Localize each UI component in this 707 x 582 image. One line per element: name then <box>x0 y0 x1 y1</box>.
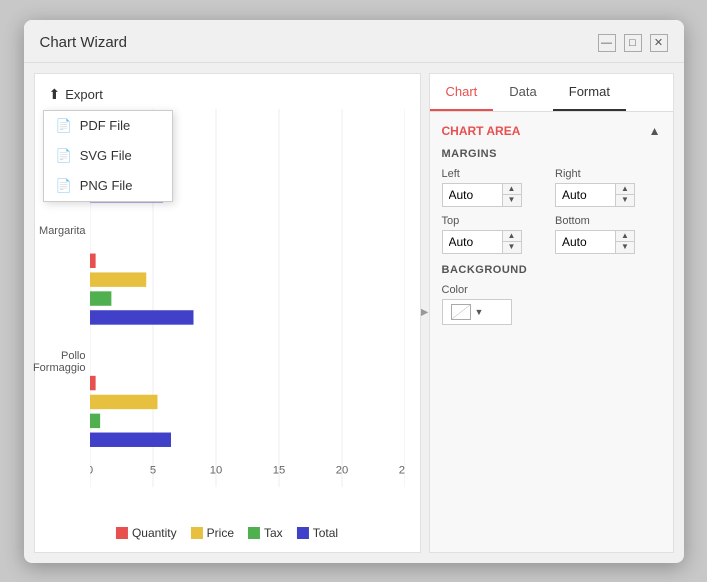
margin-bottom-spinner: ▲ ▼ <box>555 230 635 254</box>
margin-top-label: Top <box>442 215 548 227</box>
svg-text:20: 20 <box>335 464 348 476</box>
color-picker-button[interactable]: ▼ <box>442 299 512 325</box>
y-label-pollo: Pollo Formaggio <box>33 350 86 374</box>
export-svg[interactable]: 📄 SVG File <box>44 141 172 171</box>
margin-top-spinner-btns: ▲ ▼ <box>502 231 521 253</box>
svg-label: SVG File <box>80 148 132 163</box>
export-icon: ⬆ <box>49 86 61 103</box>
margin-bottom-up[interactable]: ▲ <box>616 231 634 242</box>
legend-price-label: Price <box>207 526 234 540</box>
legend-price-color <box>191 527 203 539</box>
pdf-label: PDF File <box>80 118 131 133</box>
margin-left-spinner-btns: ▲ ▼ <box>502 184 521 206</box>
margin-top-field: Top ▲ ▼ <box>442 215 548 254</box>
tab-data[interactable]: Data <box>493 74 552 111</box>
png-icon: 📄 <box>56 178 72 194</box>
margin-top-input[interactable] <box>443 232 502 252</box>
legend-total-color <box>297 527 309 539</box>
color-swatch <box>451 304 471 320</box>
chart-wizard-window: Chart Wizard — □ ✕ ⬆ Export 📄 PDF File <box>24 20 684 563</box>
margin-bottom-down[interactable]: ▼ <box>616 242 634 253</box>
title-bar: Chart Wizard — □ ✕ <box>24 20 684 63</box>
chart-area-collapse[interactable]: ▲ <box>649 124 661 138</box>
chart-area-title: CHART AREA <box>442 124 521 138</box>
legend-tax-color <box>248 527 260 539</box>
export-area: ⬆ Export 📄 PDF File 📄 SVG File 📄 PNG Fil… <box>43 82 109 107</box>
margin-top-spinner: ▲ ▼ <box>442 230 522 254</box>
legend-quantity-color <box>116 527 128 539</box>
svg-text:5: 5 <box>149 464 155 476</box>
margin-left-input[interactable] <box>443 185 502 205</box>
tabs-bar: Chart Data Format <box>430 74 673 112</box>
legend-quantity: Quantity <box>116 526 177 540</box>
png-label: PNG File <box>80 178 133 193</box>
svg-text:0: 0 <box>90 464 93 476</box>
svg-icon: 📄 <box>56 148 72 164</box>
pdf-icon: 📄 <box>56 118 72 134</box>
margin-right-spinner: ▲ ▼ <box>555 183 635 207</box>
window-controls: — □ ✕ <box>598 34 668 52</box>
margins-title: MARGINS <box>442 148 661 160</box>
chart-panel: ⬆ Export 📄 PDF File 📄 SVG File 📄 PNG Fil… <box>34 73 421 553</box>
margin-right-up[interactable]: ▲ <box>616 184 634 195</box>
window-body: ⬆ Export 📄 PDF File 📄 SVG File 📄 PNG Fil… <box>24 63 684 563</box>
export-label: Export <box>65 87 103 102</box>
margin-right-field: Right ▲ ▼ <box>555 168 661 207</box>
legend-quantity-label: Quantity <box>132 526 177 540</box>
margin-top-up[interactable]: ▲ <box>503 231 521 242</box>
margin-left-up[interactable]: ▲ <box>503 184 521 195</box>
background-color-section: Color ▼ <box>442 284 661 325</box>
chart-area-header: CHART AREA ▲ <box>442 124 661 138</box>
legend-total-label: Total <box>313 526 338 540</box>
export-dropdown: 📄 PDF File 📄 SVG File 📄 PNG File <box>43 110 173 202</box>
window-title: Chart Wizard <box>40 34 128 51</box>
svg-text:15: 15 <box>272 464 285 476</box>
legend-total: Total <box>297 526 338 540</box>
color-picker-chevron: ▼ <box>475 307 484 317</box>
tab-format[interactable]: Format <box>553 74 626 111</box>
tab-chart[interactable]: Chart <box>430 74 494 111</box>
legend-tax: Tax <box>248 526 283 540</box>
legend-tax-label: Tax <box>264 526 283 540</box>
margin-left-spinner: ▲ ▼ <box>442 183 522 207</box>
svg-text:25: 25 <box>398 464 404 476</box>
margin-bottom-spinner-btns: ▲ ▼ <box>615 231 634 253</box>
margin-left-down[interactable]: ▼ <box>503 195 521 206</box>
export-png[interactable]: 📄 PNG File <box>44 171 172 201</box>
maximize-button[interactable]: □ <box>624 34 642 52</box>
right-panel: Chart Data Format CHART AREA ▲ MARGINS <box>429 73 674 553</box>
margin-right-down[interactable]: ▼ <box>616 195 634 206</box>
export-button[interactable]: ⬆ Export <box>43 82 109 107</box>
margins-grid: Left ▲ ▼ Right <box>442 168 661 254</box>
margin-bottom-field: Bottom ▲ ▼ <box>555 215 661 254</box>
panel-divider[interactable]: ▶ <box>421 63 429 563</box>
margin-bottom-input[interactable] <box>556 232 615 252</box>
margin-right-label: Right <box>555 168 661 180</box>
legend-price: Price <box>191 526 234 540</box>
chart-legend: Quantity Price Tax Total <box>116 526 338 540</box>
margin-top-down[interactable]: ▼ <box>503 242 521 253</box>
svg-text:10: 10 <box>209 464 222 476</box>
margin-right-input[interactable] <box>556 185 615 205</box>
margin-left-field: Left ▲ ▼ <box>442 168 548 207</box>
format-content: CHART AREA ▲ MARGINS Left ▲ ▼ <box>430 112 673 552</box>
divider-handle: ▶ <box>421 307 429 318</box>
export-pdf[interactable]: 📄 PDF File <box>44 111 172 141</box>
margin-bottom-label: Bottom <box>555 215 661 227</box>
background-title: BACKGROUND <box>442 264 661 276</box>
color-label: Color <box>442 284 661 296</box>
close-button[interactable]: ✕ <box>650 34 668 52</box>
margin-right-spinner-btns: ▲ ▼ <box>615 184 634 206</box>
y-label-margarita: Margarita <box>39 225 85 237</box>
minimize-button[interactable]: — <box>598 34 616 52</box>
margin-left-label: Left <box>442 168 548 180</box>
